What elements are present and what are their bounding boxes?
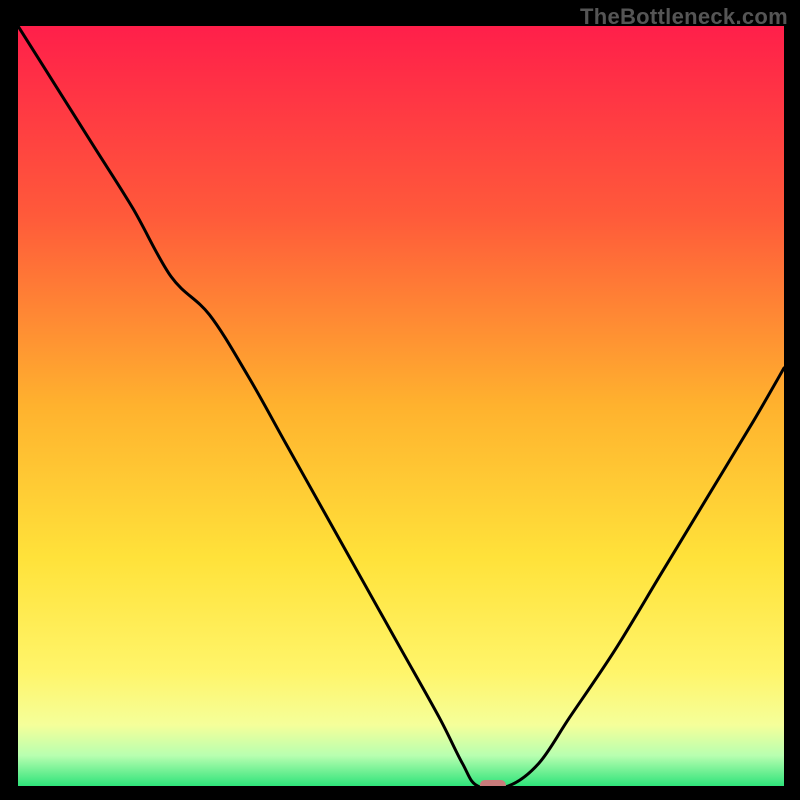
optimum-marker: [480, 780, 506, 786]
bottleneck-plot: [18, 26, 784, 786]
gradient-panel: [18, 26, 784, 786]
watermark-text: TheBottleneck.com: [580, 4, 788, 30]
chart-stage: TheBottleneck.com: [0, 0, 800, 800]
